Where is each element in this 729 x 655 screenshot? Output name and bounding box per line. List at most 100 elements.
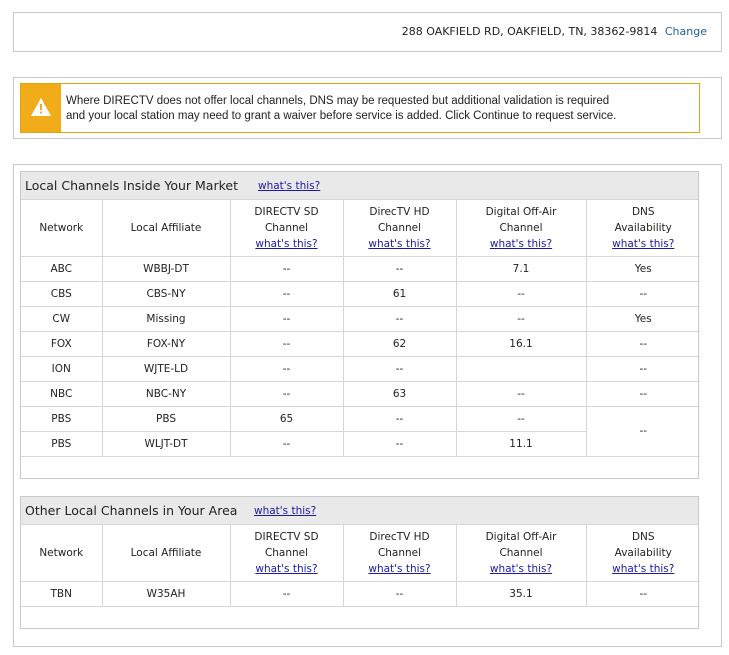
- col-sd: DIRECTV SD Channel what's this?: [229, 525, 344, 582]
- cell-dns: --: [585, 580, 700, 607]
- cell-dns: --: [585, 355, 700, 382]
- cell-affiliate: WBBJ-DT: [101, 255, 231, 282]
- service-address: 288 OAKFIELD RD, OAKFIELD, TN, 38362-981…: [402, 25, 707, 38]
- cell-sd: --: [229, 580, 344, 607]
- cell-hd: --: [342, 580, 457, 607]
- col-affiliate: Local Affiliate: [101, 525, 231, 582]
- alert-icon-box: [21, 84, 61, 132]
- cell-sd: --: [229, 255, 344, 282]
- dns-whats-this-link[interactable]: what's this?: [587, 236, 701, 252]
- inside-market-section: Local Channels Inside Your Market what's…: [20, 171, 700, 479]
- table-row: PBS PBS 65 -- -- --: [21, 405, 700, 457]
- other-local-section: Other Local Channels in Your Area what's…: [20, 496, 700, 629]
- table-row: CW Missing -- -- -- Yes: [21, 305, 700, 332]
- cell-ota: [455, 355, 587, 382]
- table-row: FOX FOX-NY -- 62 16.1 --: [21, 330, 700, 357]
- cell-hd: --: [342, 430, 457, 457]
- section-whats-this-link[interactable]: what's this?: [258, 180, 320, 192]
- table-row: NBC NBC-NY -- 63 -- --: [21, 380, 700, 407]
- cell-network: CW: [21, 305, 103, 332]
- cell-ota: 35.1: [455, 580, 587, 607]
- cell-sd: --: [229, 280, 344, 307]
- cell-ota: --: [455, 305, 587, 332]
- col-network: Network: [21, 200, 103, 257]
- cell-hd: 62: [342, 330, 457, 357]
- cell-hd: --: [342, 355, 457, 382]
- section-title: Local Channels Inside Your Market: [25, 178, 238, 193]
- channels-panel: Local Channels Inside Your Market what's…: [13, 164, 722, 647]
- cell-hd: --: [342, 405, 457, 432]
- inside-market-header: Local Channels Inside Your Market what's…: [21, 172, 698, 200]
- cell-sd: --: [229, 305, 344, 332]
- other-local-header: Other Local Channels in Your Area what's…: [21, 497, 698, 525]
- cell-ota: 7.1: [455, 255, 587, 282]
- cell-dns: --: [585, 405, 700, 457]
- ota-whats-this-link[interactable]: what's this?: [457, 561, 586, 577]
- col-hd: DirecTV HD Channel what's this?: [342, 525, 457, 582]
- cell-affiliate: CBS-NY: [101, 280, 231, 307]
- alert-line-1: Where DIRECTV does not offer local chann…: [66, 95, 610, 107]
- cell-hd: 61: [342, 280, 457, 307]
- cell-network: PBS: [21, 405, 103, 432]
- change-address-link[interactable]: Change: [665, 25, 707, 38]
- cell-dns: --: [585, 330, 700, 357]
- sd-whats-this-link[interactable]: what's this?: [231, 561, 343, 577]
- table-row: CBS CBS-NY -- 61 -- --: [21, 280, 700, 307]
- section-whats-this-link[interactable]: what's this?: [254, 505, 316, 517]
- dns-whats-this-link[interactable]: what's this?: [587, 561, 701, 577]
- col-network: Network: [21, 525, 103, 582]
- cell-sd: 65: [229, 405, 344, 432]
- cell-affiliate: W35AH: [101, 580, 231, 607]
- cell-sd: --: [229, 430, 344, 457]
- col-affiliate: Local Affiliate: [101, 200, 231, 257]
- table-header-row: Network Local Affiliate DIRECTV SD Channe…: [21, 200, 701, 257]
- table-row: TBN W35AH -- -- 35.1 --: [21, 580, 700, 607]
- alert-message: Where DIRECTV does not offer local chann…: [66, 94, 696, 124]
- sd-whats-this-link[interactable]: what's this?: [231, 236, 343, 252]
- table-footer-spacer: [21, 605, 700, 628]
- cell-dns: Yes: [585, 255, 700, 282]
- cell-affiliate: PBS: [101, 405, 231, 432]
- dns-warning-alert: Where DIRECTV does not offer local chann…: [20, 83, 700, 133]
- hd-whats-this-link[interactable]: what's this?: [344, 561, 456, 577]
- cell-network: CBS: [21, 280, 103, 307]
- cell-network: FOX: [21, 330, 103, 357]
- alert-container: Where DIRECTV does not offer local chann…: [13, 77, 722, 139]
- cell-network: NBC: [21, 380, 103, 407]
- table-header-row: Network Local Affiliate DIRECTV SD Channe…: [21, 525, 701, 582]
- cell-ota: --: [455, 280, 587, 307]
- cell-sd: --: [229, 330, 344, 357]
- address-bar: 288 OAKFIELD RD, OAKFIELD, TN, 38362-981…: [13, 12, 722, 52]
- cell-hd: --: [342, 255, 457, 282]
- table-footer-spacer: [21, 455, 700, 478]
- cell-dns: --: [585, 280, 700, 307]
- col-dns: DNS Availability what's this?: [585, 200, 701, 257]
- hd-whats-this-link[interactable]: what's this?: [344, 236, 456, 252]
- cell-affiliate: Missing: [101, 305, 231, 332]
- cell-affiliate: WLJT-DT: [101, 430, 231, 457]
- col-hd: DirecTV HD Channel what's this?: [342, 200, 457, 257]
- cell-dns: --: [585, 380, 700, 407]
- col-ota: Digital Off-Air Channel what's this?: [455, 200, 587, 257]
- cell-hd: --: [342, 305, 457, 332]
- cell-sd: --: [229, 380, 344, 407]
- address-text: 288 OAKFIELD RD, OAKFIELD, TN, 38362-981…: [401, 25, 658, 38]
- col-sd: DIRECTV SD Channel what's this?: [229, 200, 344, 257]
- cell-ota: 16.1: [455, 330, 587, 357]
- cell-affiliate: FOX-NY: [101, 330, 231, 357]
- cell-ota: 11.1: [455, 430, 586, 457]
- cell-dns: Yes: [585, 305, 700, 332]
- cell-hd: 63: [342, 380, 457, 407]
- table-row: ABC WBBJ-DT -- -- 7.1 Yes: [21, 255, 700, 282]
- cell-network: TBN: [21, 580, 103, 607]
- warning-icon: [31, 98, 51, 116]
- cell-network: ION: [21, 355, 103, 382]
- other-local-table: Network Local Affiliate DIRECTV SD Channe…: [21, 525, 700, 628]
- cell-affiliate: NBC-NY: [101, 380, 231, 407]
- cell-ota: --: [455, 405, 587, 432]
- table-row: ION WJTE-LD -- -- --: [21, 355, 700, 382]
- cell-ota: --: [455, 380, 587, 407]
- ota-whats-this-link[interactable]: what's this?: [457, 236, 586, 252]
- inside-market-table: Network Local Affiliate DIRECTV SD Channe…: [21, 200, 700, 478]
- col-ota: Digital Off-Air Channel what's this?: [455, 525, 587, 582]
